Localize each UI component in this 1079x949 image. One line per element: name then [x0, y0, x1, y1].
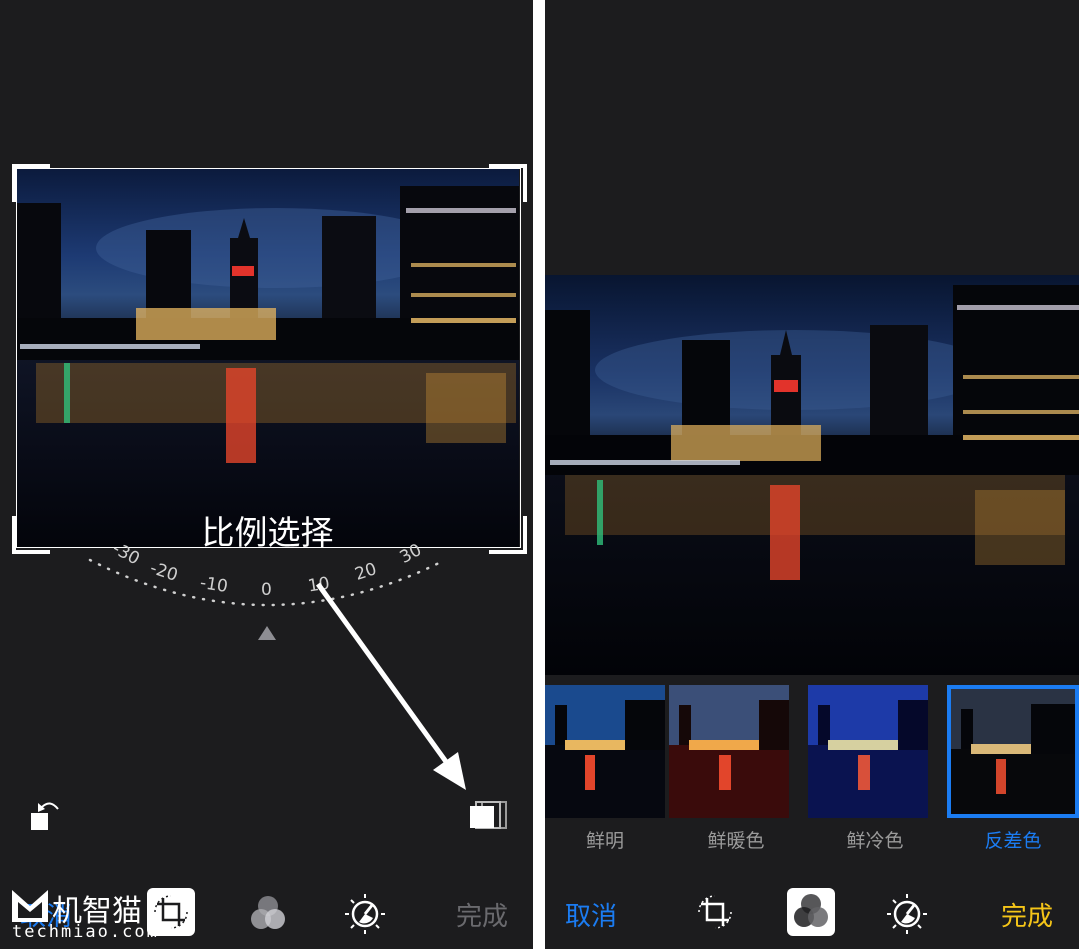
- done-button[interactable]: 完成: [1001, 896, 1053, 933]
- filter-preview-vivid-cool: [808, 685, 928, 818]
- adjust-icon: [887, 894, 927, 934]
- crop-tool-button[interactable]: [693, 890, 737, 934]
- adjust-tool-button[interactable]: [885, 892, 929, 936]
- watermark-domain: techmiao.com: [12, 922, 159, 942]
- watermark: 机智猫 techmiao.com: [10, 886, 210, 946]
- crop-handle-top-right[interactable]: [489, 164, 527, 202]
- rotate-button[interactable]: [28, 797, 64, 833]
- filter-thumb-dramatic[interactable]: [947, 685, 1079, 818]
- filters-tool-button[interactable]: [787, 888, 835, 936]
- dial-dots: [88, 558, 447, 640]
- crop-handle-top-left[interactable]: [12, 164, 50, 202]
- filters-tool-button[interactable]: [246, 892, 290, 936]
- crop-editor-pane: 比例选择 -30 -20 -10 0 10 20 30 完成 机智猫 techm…: [0, 0, 533, 949]
- filter-label-dramatic: 反差色: [984, 830, 1042, 852]
- filter-label-vivid-cool: 鲜冷色: [846, 830, 904, 852]
- cancel-button[interactable]: 取消: [565, 896, 617, 933]
- filter-preview-dramatic: [951, 689, 1075, 814]
- crop-icon: [698, 895, 732, 929]
- bottom-toolbar: 取消: [545, 876, 1079, 949]
- filter-thumb-vivid-warm[interactable]: [669, 685, 789, 818]
- night-city-photo: [545, 275, 1079, 675]
- filter-editor-pane: 鲜明 鲜暖色 鲜冷色 反差色 取消 完成: [545, 0, 1079, 949]
- done-button[interactable]: 完成: [456, 896, 508, 933]
- filter-thumb-vivid[interactable]: [545, 685, 665, 818]
- watermark-logo-icon: [12, 890, 48, 922]
- aspect-ratio-button[interactable]: [468, 800, 508, 830]
- photo-preview[interactable]: [545, 275, 1079, 675]
- filter-label-vivid-warm: 鲜暖色: [707, 830, 765, 852]
- filter-thumb-vivid-cool[interactable]: [808, 685, 928, 818]
- filters-icon: [251, 896, 285, 929]
- straighten-dial[interactable]: -30 -20 -10 0 10 20 30: [70, 539, 470, 650]
- filters-icon: [794, 894, 828, 927]
- crop-frame: [16, 168, 521, 548]
- filter-preview-vivid-warm: [669, 685, 789, 818]
- adjust-icon: [345, 894, 385, 934]
- filter-preview-vivid: [545, 685, 665, 818]
- adjust-tool-button[interactable]: [343, 892, 387, 936]
- aspect-ratio-icon: [470, 801, 507, 829]
- filter-label-vivid: 鲜明: [585, 830, 624, 852]
- rotate-icon: [31, 802, 59, 830]
